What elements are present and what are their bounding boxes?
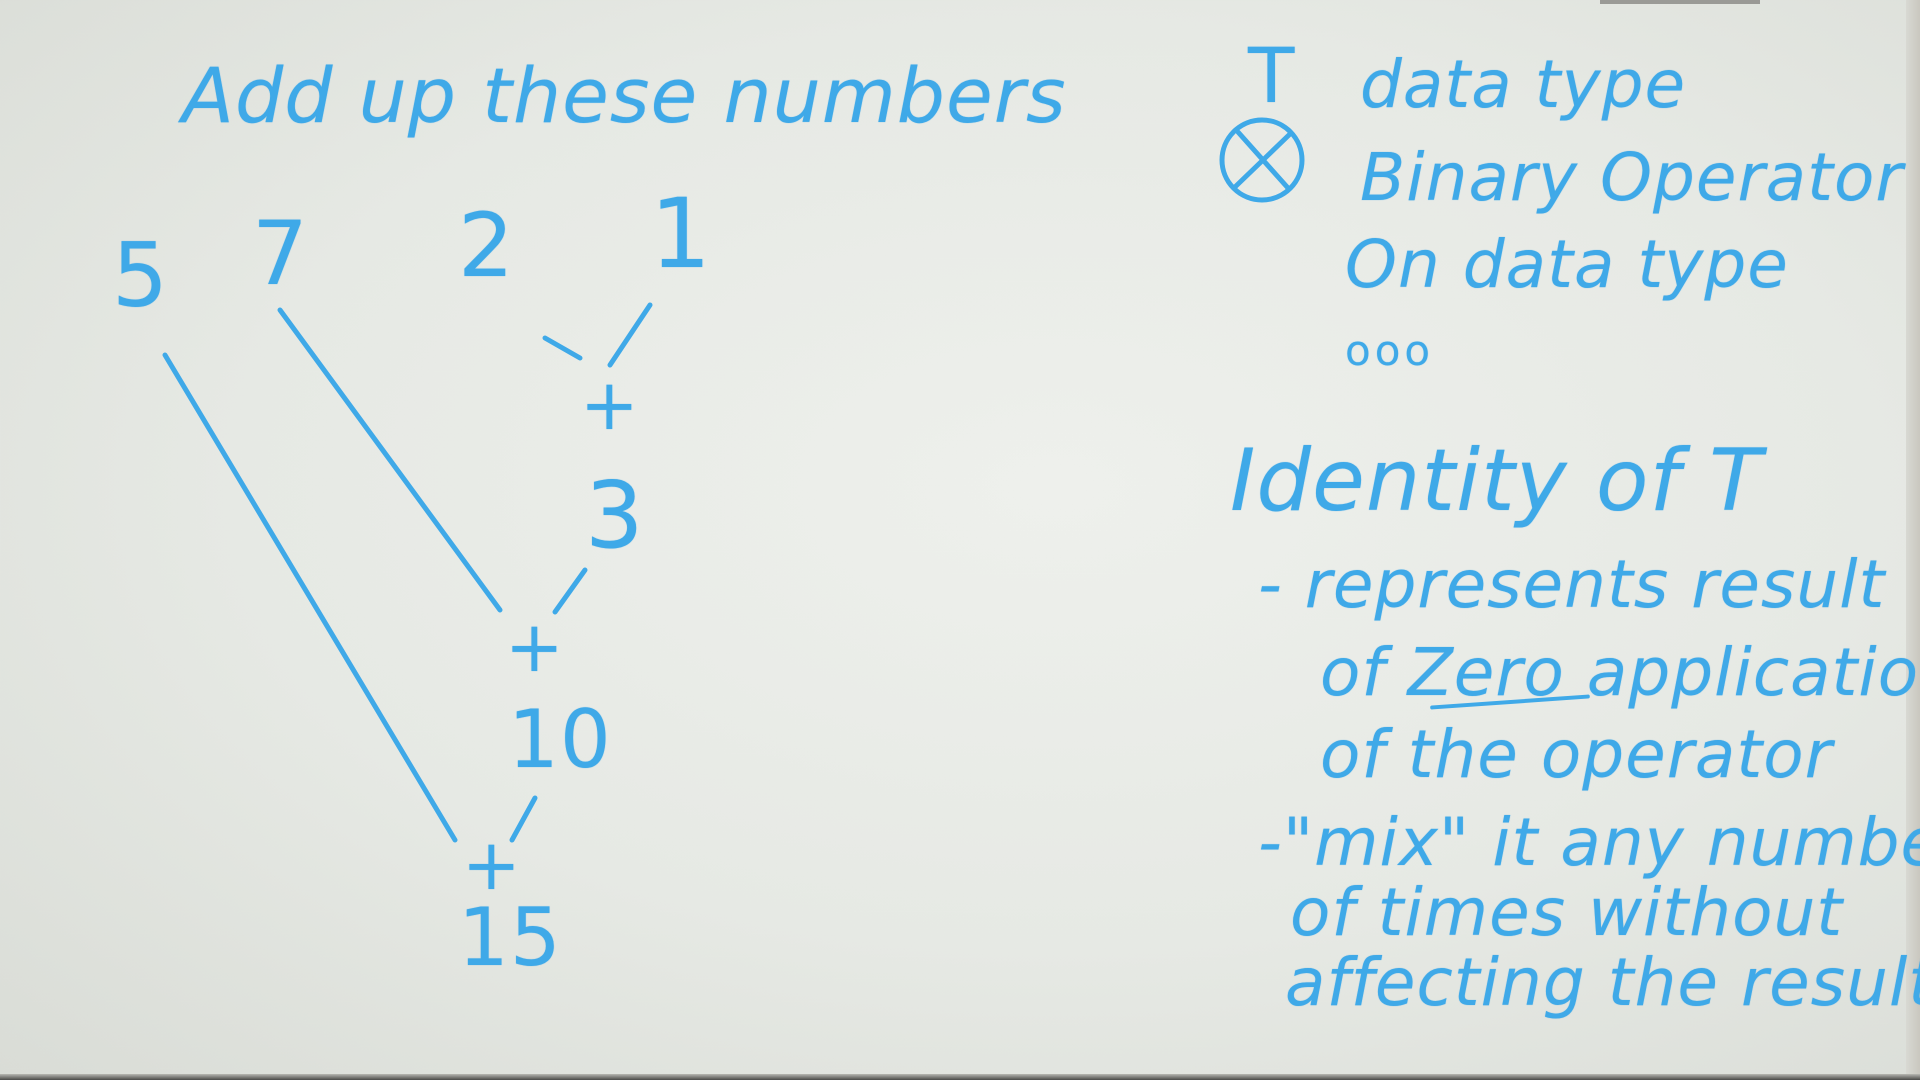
line-5-to-15 [162,352,458,843]
bullet2-line1: -"mix" it any number [1258,804,1920,881]
line-2-to-3 [542,335,583,361]
bullet2-line2: of times without [1290,874,1844,951]
bullet2-line3: affecting the result [1285,944,1920,1021]
number-5: 5 [112,224,169,327]
result-10: 10 [508,693,612,786]
left-title: Add up these numbers [182,51,1067,140]
number-2: 2 [458,194,515,297]
result-3: 3 [585,462,645,569]
bullet1-line2: of Zero applications [1320,634,1920,711]
bullet1-line3: of the operator [1320,716,1833,793]
type-label: data type [1360,46,1687,123]
identity-heading: Identity of T [1230,431,1763,531]
line-7-to-10 [277,307,503,613]
line-1-to-3 [607,302,653,368]
plus-sign-2: + [505,606,565,688]
number-7: 7 [252,202,309,305]
type-symbol: T [1248,31,1296,120]
plus-sign-3: + [462,824,522,906]
result-15: 15 [458,891,562,984]
ellipsis: ooo [1345,326,1435,375]
operator-label-line2: On data type [1345,226,1789,303]
bullet1-line1: - represents result [1258,546,1886,623]
plus-sign-1: + [580,364,640,446]
number-1: 1 [650,178,713,290]
operator-label-line1: Binary Operator [1360,139,1904,216]
whiteboard: Add up these numbers 5 7 2 1 + 3 + 10 + … [0,0,1920,1080]
